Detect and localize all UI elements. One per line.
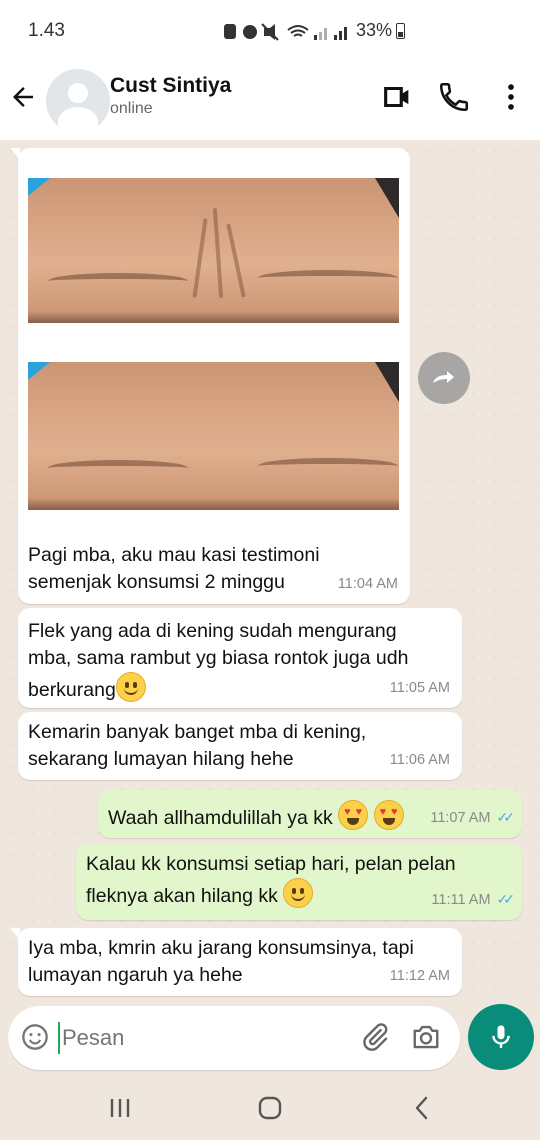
heart-eyes-emoji: ♥ ♥ [373, 800, 404, 830]
left-eyebrow [48, 273, 188, 289]
signal-2-icon [334, 27, 347, 40]
avatar-head [68, 83, 88, 103]
message-bubble-incoming[interactable]: Iya mba, kmrin aku jarang konsumsinya, t… [10, 928, 462, 996]
signal-1-icon [314, 28, 327, 40]
forward-icon[interactable] [418, 352, 470, 404]
message-text: Waah allhamdulillah ya kk ♥ ♥ ♥ ♥ [108, 800, 404, 832]
arrow-left-icon[interactable] [8, 82, 38, 112]
chat-area[interactable]: Pagi mba, aku mau kasi testimoni semenja… [0, 140, 540, 1002]
message-text-line: Kemarin banyak banget mba di kening, [28, 721, 367, 743]
smiling-face-emoji [283, 878, 314, 908]
message-bubble-incoming[interactable]: Kemarin banyak banget mba di kening, sek… [18, 712, 462, 780]
message-bubble-outgoing[interactable]: Waah allhamdulillah ya kk ♥ ♥ ♥ ♥ 11:07 AM… [98, 790, 522, 838]
message-composer [8, 1006, 460, 1070]
message-time: 11:07 AM [430, 810, 491, 826]
message-time: 11:05 AM [389, 680, 450, 696]
message-bubble-outgoing[interactable]: Kalau kk konsumsi setiap hari, pelan pel… [76, 844, 522, 920]
home-icon[interactable] [256, 1094, 284, 1122]
mic-icon [492, 1025, 510, 1049]
battery-icon [396, 23, 405, 39]
message-bubble-incoming[interactable]: Flek yang ada di kening sudah mengurang … [18, 608, 462, 708]
forehead-skin [28, 178, 399, 323]
system-nav-bar [0, 1076, 540, 1140]
status-bar: 1.43 33% [0, 0, 540, 62]
message-text-line: mba, sama rambut yg biasa rontok juga ud… [28, 647, 409, 669]
message-time: 11:12 AM [389, 968, 450, 984]
read-ticks-icon: ✓✓ [496, 809, 516, 825]
message-text: Iya mba, kmrin aku jarang konsumsinya, t… [28, 935, 414, 989]
chat-header: Cust Sintiya online [0, 62, 540, 140]
avatar[interactable] [46, 69, 110, 133]
after-photo[interactable] [28, 362, 399, 510]
message-text: Flek yang ada di kening sudah mengurang … [28, 618, 408, 704]
contact-name[interactable]: Cust Sintiya [110, 74, 231, 98]
camera-icon[interactable] [410, 1022, 442, 1052]
left-eyebrow [48, 460, 188, 476]
status-time: 1.43 [28, 20, 65, 41]
message-text: Kemarin banyak banget mba di kening, sek… [28, 719, 366, 773]
message-text-line-end: fleknya akan hilang kk [86, 885, 278, 907]
eye-shadow [28, 311, 399, 323]
message-bubble-image[interactable]: Pagi mba, aku mau kasi testimoni semenja… [10, 148, 410, 604]
eye-shadow [28, 498, 399, 510]
recent-apps-icon[interactable] [106, 1094, 134, 1122]
contact-status: online [110, 100, 153, 117]
message-text-line: Flek yang ada di kening sudah mengurang [28, 620, 397, 642]
message-text-line: Iya mba, kmrin aku jarang konsumsinya, t… [28, 937, 414, 959]
smiling-face-emoji [115, 672, 146, 702]
before-photo[interactable] [28, 178, 399, 323]
mic-button[interactable] [468, 1004, 534, 1070]
message-text-line: fleknya akan hilang kk [86, 878, 456, 910]
alarm-icon [243, 25, 257, 39]
message-text-line-end: berkurang [28, 679, 116, 701]
message-text-line: Waah allhamdulillah ya kk [108, 807, 333, 829]
message-text-line: Pagi mba, aku mau kasi testimoni [28, 544, 320, 566]
message-time: 11:06 AM [389, 752, 450, 768]
message-text: Kalau kk konsumsi setiap hari, pelan pel… [86, 851, 456, 910]
message-time-row: 11:07 AM ✓✓ [430, 804, 516, 832]
back-nav-icon[interactable] [408, 1094, 436, 1122]
right-eyebrow [258, 458, 398, 474]
heart-eyes-emoji: ♥ ♥ [338, 800, 369, 830]
paperclip-icon[interactable] [360, 1022, 390, 1052]
message-text-line: Kalau kk konsumsi setiap hari, pelan pel… [86, 853, 456, 875]
message-text-line: lumayan ngaruh ya hehe [28, 964, 243, 986]
emoji-icon[interactable] [21, 1023, 49, 1051]
do-not-disturb-icon [224, 24, 236, 39]
message-input[interactable] [58, 1022, 338, 1054]
avatar-shoulders [58, 107, 98, 133]
video-call-icon[interactable] [380, 80, 414, 114]
forehead-skin [28, 362, 399, 510]
battery-percent: 33% [356, 20, 393, 40]
message-time: 11:11 AM [431, 892, 491, 908]
message-text-line: berkurang [28, 672, 408, 704]
phone-icon[interactable] [437, 80, 471, 114]
message-text-line: sekarang lumayan hilang hehe [28, 748, 294, 770]
message-time-row: 11:11 AM ✓✓ [431, 886, 516, 914]
right-eyebrow [258, 270, 398, 286]
read-ticks-icon: ✓✓ [496, 891, 516, 907]
more-vert-icon[interactable] [494, 80, 528, 114]
wifi-icon [287, 25, 309, 37]
message-time: 11:04 AM [337, 576, 398, 592]
mute-icon [261, 23, 279, 41]
